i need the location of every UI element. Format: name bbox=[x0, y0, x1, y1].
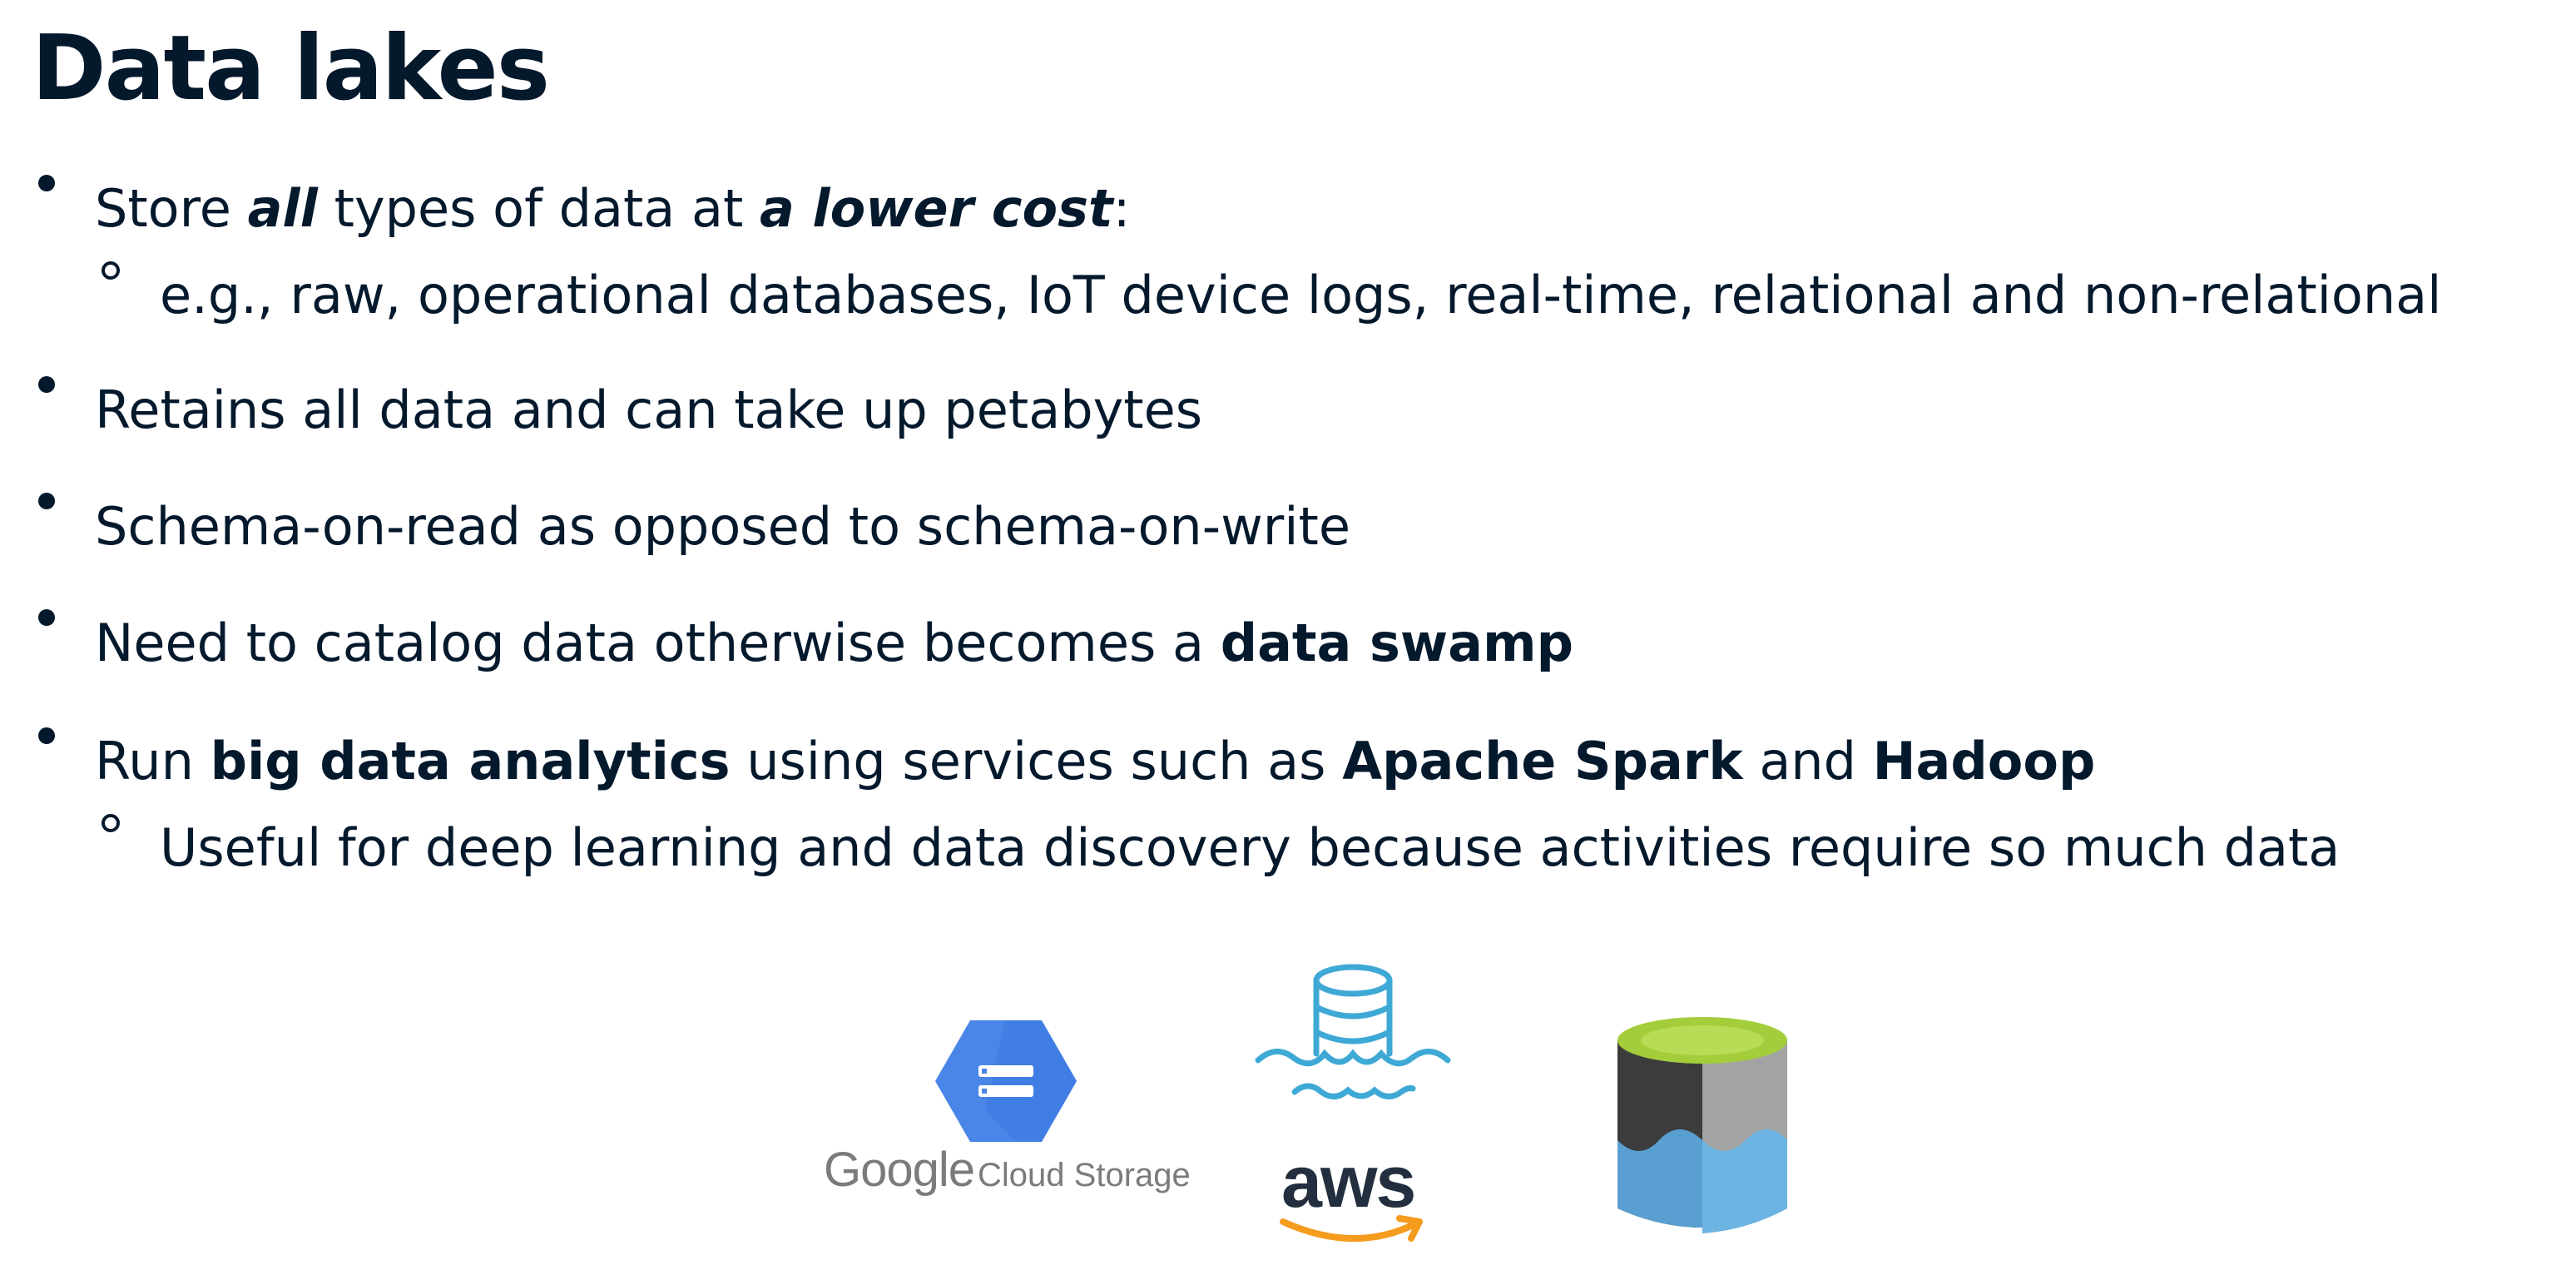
subbullet-text: Useful for deep learning and data discov… bbox=[160, 817, 2341, 878]
aws-smile-arrow-icon bbox=[1280, 1215, 1423, 1243]
aws-data-lake-icon bbox=[1255, 964, 1451, 1099]
bullet-dot-icon bbox=[38, 727, 55, 744]
bullet-dot-icon bbox=[38, 376, 55, 393]
bullet-text: Retains all data and can take up petabyt… bbox=[95, 380, 1203, 440]
bullet-text: Store all types of data at a lower cost: bbox=[95, 178, 1131, 239]
bullet-dot-icon bbox=[38, 493, 55, 509]
subbullet-text: e.g., raw, operational databases, IoT de… bbox=[160, 265, 2442, 325]
google-cloud-storage-icon bbox=[935, 1020, 1077, 1142]
azure-data-lake-icon bbox=[1617, 1017, 1787, 1233]
bullet-text: Run big data analytics using services su… bbox=[95, 731, 2096, 791]
bullet-text: Schema-on-read as opposed to schema-on-w… bbox=[95, 496, 1350, 557]
slide-title: Data lakes bbox=[32, 17, 550, 121]
google-cloud-storage-wordmark: Google Cloud Storage bbox=[824, 1143, 1191, 1197]
aws-wordmark: aws bbox=[1281, 1140, 1416, 1223]
bullet-dot-icon bbox=[38, 175, 55, 191]
subbullet-ring-icon bbox=[102, 814, 120, 832]
bullet-dot-icon bbox=[38, 609, 55, 626]
bullet-text: Need to catalog data otherwise becomes a… bbox=[95, 613, 1573, 673]
slide: Data lakes Store all types of data at a … bbox=[0, 0, 2576, 1285]
subbullet-ring-icon bbox=[102, 261, 120, 280]
